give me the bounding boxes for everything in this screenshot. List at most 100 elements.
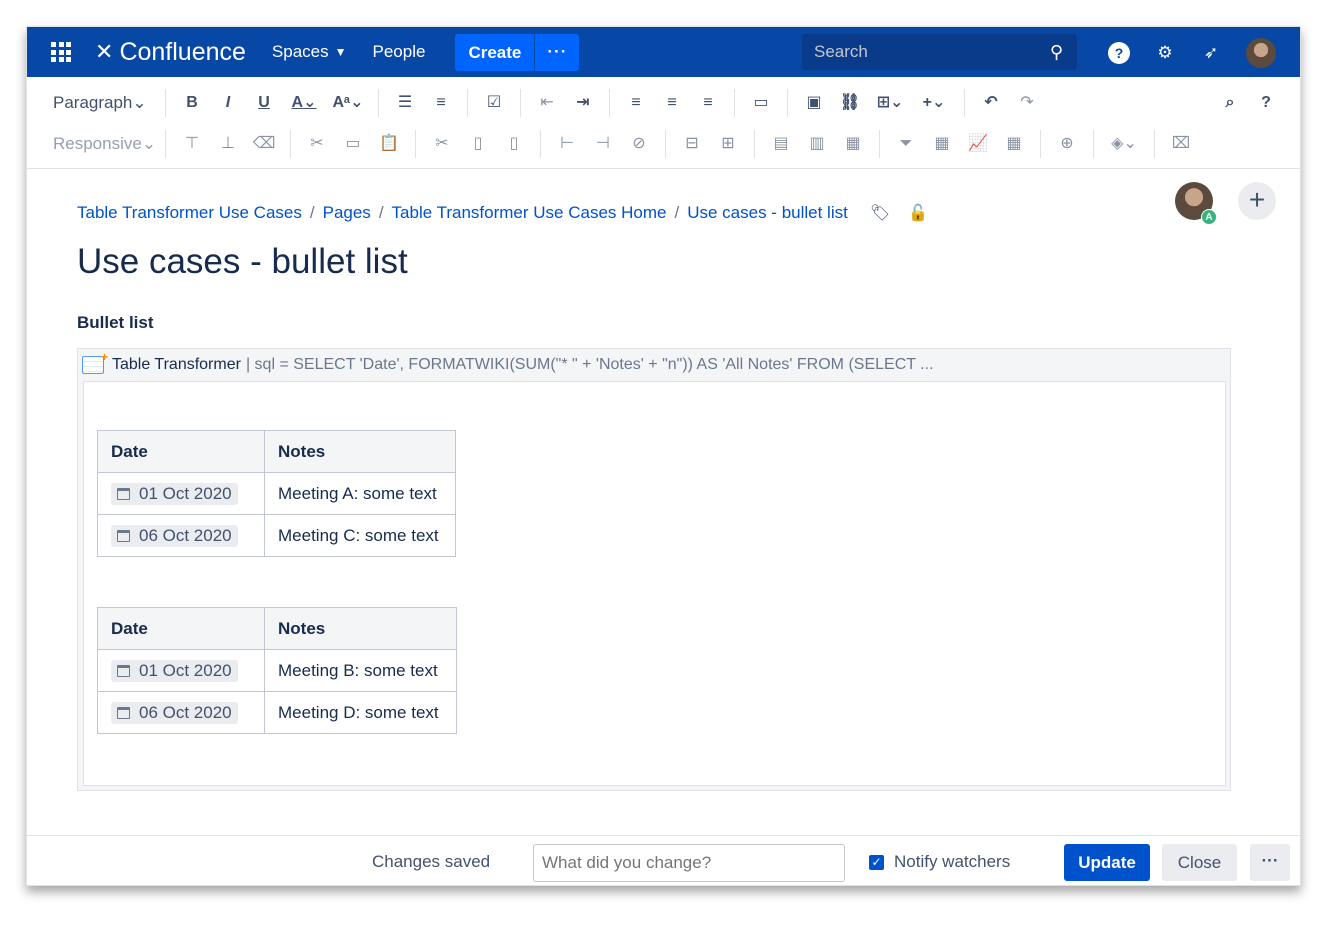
undo-icon[interactable]: ↶: [973, 88, 1009, 118]
confluence-logo[interactable]: ✕ Confluence: [95, 38, 246, 67]
table-header[interactable]: Date: [97, 607, 265, 650]
more-actions-button[interactable]: ···: [1250, 844, 1290, 881]
chart-from-table-icon[interactable]: 📈: [960, 129, 996, 159]
table-filter-icon[interactable]: ⏷: [888, 129, 924, 159]
bold-icon[interactable]: B: [174, 88, 210, 118]
spaces-menu[interactable]: Spaces ▼: [272, 42, 347, 62]
date-lozenge[interactable]: 01 Oct 2020: [111, 659, 238, 682]
search-placeholder: Search: [814, 42, 868, 61]
insert-link-icon[interactable]: ⛓: [832, 88, 868, 118]
breadcrumb-pages[interactable]: Pages: [323, 203, 371, 223]
label-icon[interactable]: 🏷: [870, 203, 890, 223]
search-input[interactable]: Search ⚲: [802, 34, 1077, 70]
align-left-icon[interactable]: ≡: [618, 88, 654, 118]
redo-icon[interactable]: ↷: [1009, 88, 1045, 118]
header-row-icon[interactable]: ▤: [763, 129, 799, 159]
date-text: 06 Oct 2020: [139, 702, 232, 722]
toolbar-divider: [1154, 130, 1155, 158]
toolbar-divider: [734, 89, 735, 117]
italic-icon[interactable]: I: [210, 88, 246, 118]
task-list-icon[interactable]: ☑: [476, 88, 512, 118]
app-switcher-icon[interactable]: [51, 42, 71, 62]
table-header[interactable]: Date: [97, 430, 265, 473]
align-center-icon[interactable]: ≡: [654, 88, 690, 118]
table-transformer-macro[interactable]: Table Transformer | sql = SELECT 'Date',…: [77, 348, 1231, 791]
macro-header[interactable]: Table Transformer | sql = SELECT 'Date',…: [78, 349, 1230, 381]
find-replace-icon[interactable]: ⌕: [1212, 88, 1248, 118]
split-cell-icon[interactable]: ⊞: [710, 129, 746, 159]
keyboard-help-icon[interactable]: ?: [1248, 88, 1284, 118]
delete-table-icon[interactable]: ⌧: [1163, 129, 1199, 159]
numbered-list-icon[interactable]: ≡: [423, 88, 459, 118]
breadcrumb-current[interactable]: Use cases - bullet list: [687, 203, 848, 223]
table-cell[interactable]: Meeting A: some text: [264, 472, 456, 515]
row-above-icon[interactable]: ⊤: [174, 129, 210, 159]
notifications-icon[interactable]: ➶: [1200, 42, 1222, 64]
table-cell[interactable]: Meeting C: some text: [264, 514, 456, 557]
paste-column-icon[interactable]: ▯: [496, 129, 532, 159]
insert-table-icon[interactable]: ⊞⌄: [868, 88, 912, 118]
text-format-more-icon[interactable]: Aᵃ⌄: [326, 88, 370, 118]
date-lozenge[interactable]: 06 Oct 2020: [111, 701, 238, 724]
change-comment-input[interactable]: [533, 844, 845, 882]
breadcrumb-home[interactable]: Table Transformer Use Cases Home: [392, 203, 667, 223]
table-cell[interactable]: 01 Oct 2020: [97, 649, 265, 692]
notify-watchers-label: Notify watchers: [894, 852, 1011, 871]
bullet-list-icon[interactable]: ☰: [387, 88, 423, 118]
column-before-icon[interactable]: ⊢: [549, 129, 585, 159]
text-color-icon[interactable]: A⌄: [282, 88, 326, 118]
confluence-mark-icon: ✕: [95, 39, 114, 64]
checkmark-icon[interactable]: ✓: [869, 854, 884, 870]
section-heading[interactable]: Bullet list: [77, 313, 154, 333]
cell-color-icon[interactable]: ◈⌄: [1102, 129, 1146, 159]
create-more-button[interactable]: ···: [535, 42, 579, 62]
paste-row-icon[interactable]: 📋: [371, 129, 407, 159]
table-header[interactable]: Notes: [264, 607, 457, 650]
gear-icon[interactable]: ⚙: [1154, 42, 1176, 64]
notify-watchers-checkbox[interactable]: ✓ Notify watchers: [869, 852, 1010, 872]
help-icon[interactable]: ?: [1108, 42, 1130, 64]
table-width-select[interactable]: Responsive ⌄: [27, 134, 157, 154]
insert-more-icon[interactable]: +⌄: [912, 88, 956, 118]
update-button[interactable]: Update: [1064, 844, 1150, 881]
delete-row-icon[interactable]: ⌫: [246, 129, 282, 159]
table-spreadsheet-icon[interactable]: ⊕: [1049, 129, 1085, 159]
create-button[interactable]: Create: [455, 33, 536, 71]
copy-row-icon[interactable]: ▭: [335, 129, 371, 159]
date-lozenge[interactable]: 01 Oct 2020: [111, 482, 238, 505]
column-after-icon[interactable]: ⊣: [585, 129, 621, 159]
paragraph-style-select[interactable]: Paragraph ⌄: [27, 93, 157, 113]
header-column-icon[interactable]: ▥: [799, 129, 835, 159]
macro-body[interactable]: Date Notes 01 Oct 2020 Meeting A: some t…: [83, 381, 1226, 786]
table-cell[interactable]: 06 Oct 2020: [97, 514, 265, 557]
indent-icon[interactable]: ⇥: [565, 88, 601, 118]
table-header[interactable]: Notes: [264, 430, 456, 473]
cut-column-icon[interactable]: ✂: [424, 129, 460, 159]
cut-row-icon[interactable]: ✂: [299, 129, 335, 159]
table-cell[interactable]: Meeting D: some text: [264, 691, 457, 734]
insert-image-icon[interactable]: ▣: [796, 88, 832, 118]
table-cell[interactable]: 01 Oct 2020: [97, 472, 265, 515]
numbered-column-icon[interactable]: ▦: [835, 129, 871, 159]
table-toolbox-icon[interactable]: ▦: [996, 129, 1032, 159]
breadcrumb-space[interactable]: Table Transformer Use Cases: [77, 203, 302, 223]
people-link[interactable]: People: [373, 42, 426, 62]
copy-column-icon[interactable]: ▯: [460, 129, 496, 159]
delete-column-icon[interactable]: ⊘: [621, 129, 657, 159]
close-button[interactable]: Close: [1162, 844, 1237, 881]
table-cell[interactable]: Meeting B: some text: [264, 649, 457, 692]
invite-collaborator-button[interactable]: +: [1238, 182, 1276, 220]
table-row: 01 Oct 2020 Meeting A: some text: [97, 472, 456, 515]
outdent-icon[interactable]: ⇤: [529, 88, 565, 118]
user-avatar[interactable]: [1246, 38, 1276, 68]
underline-icon[interactable]: U: [246, 88, 282, 118]
align-right-icon[interactable]: ≡: [690, 88, 726, 118]
page-layout-icon[interactable]: ▭: [743, 88, 779, 118]
row-below-icon[interactable]: ⊥: [210, 129, 246, 159]
unlock-icon[interactable]: 🔓: [908, 203, 928, 223]
page-title[interactable]: Use cases - bullet list: [77, 242, 408, 282]
date-lozenge[interactable]: 06 Oct 2020: [111, 524, 238, 547]
table-transformer-icon[interactable]: ▦: [924, 129, 960, 159]
table-cell[interactable]: 06 Oct 2020: [97, 691, 265, 734]
merge-cells-icon[interactable]: ⊟: [674, 129, 710, 159]
